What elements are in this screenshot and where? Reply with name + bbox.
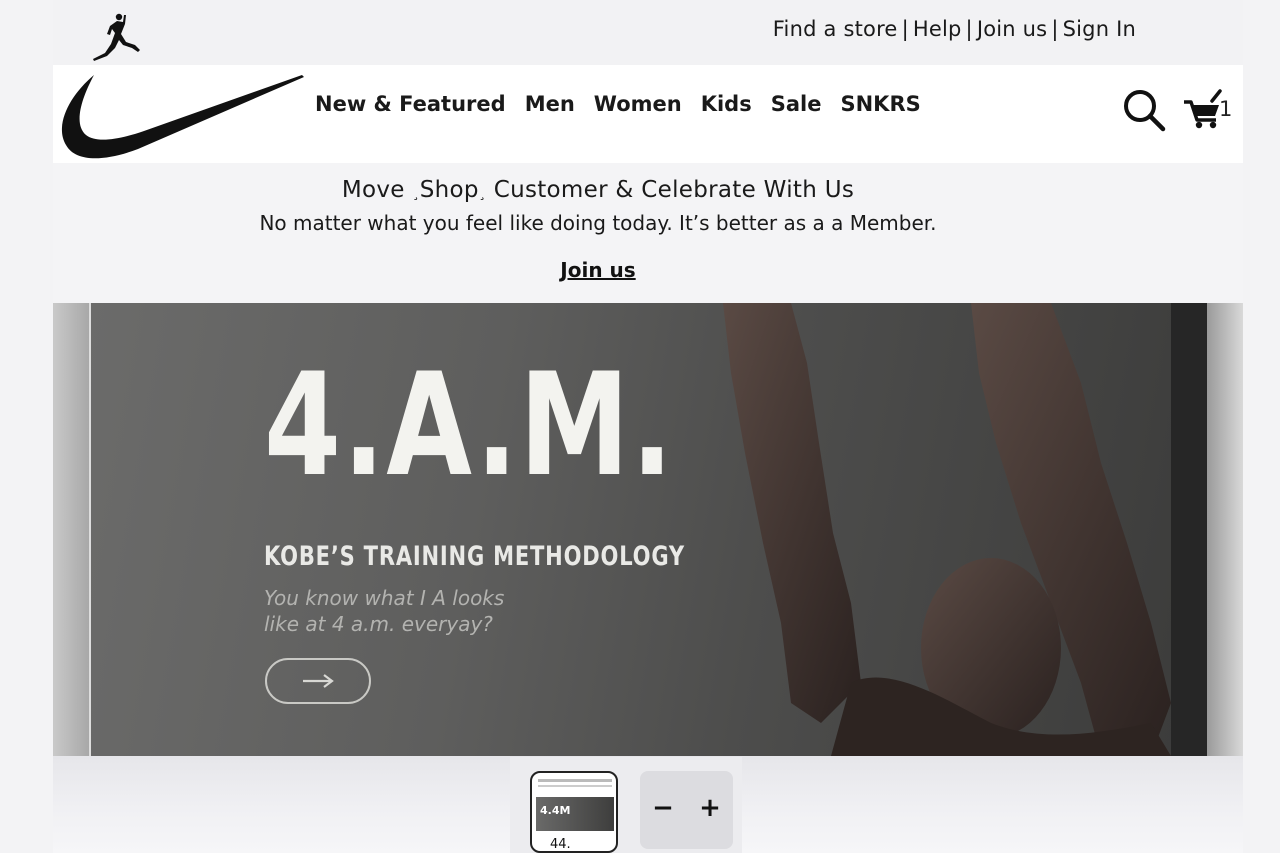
- help-link[interactable]: Help: [913, 17, 962, 41]
- hero-copy: You know what I A looks like at 4 a.m. e…: [264, 585, 504, 637]
- search-icon[interactable]: [1122, 88, 1166, 132]
- member-join-link[interactable]: Join us: [53, 258, 1243, 282]
- thumb-topbar: [538, 779, 612, 782]
- hero-edge-right: [1207, 303, 1243, 756]
- find-store-link[interactable]: Find a store: [773, 17, 898, 41]
- join-us-link[interactable]: Join us: [977, 17, 1048, 41]
- hero-edge-left: [53, 303, 89, 756]
- member-title-mark: ¸: [412, 185, 420, 201]
- cart-count-badge: 1: [1219, 97, 1233, 121]
- member-title-shop: Shop: [419, 177, 479, 203]
- thumb-caption: 44.: [550, 837, 571, 852]
- member-title-rest: Customer & Celebrate With Us: [493, 177, 855, 203]
- separator: |: [901, 17, 909, 41]
- separator: |: [1051, 17, 1059, 41]
- hero-copy-line: You know what I A looks: [264, 586, 505, 610]
- member-title: Move ¸Shop¸ Customer & Celebrate With Us: [53, 177, 1243, 203]
- hero-image: 4.A.M. KOBE’S TRAINING METHODOLOGY You k…: [89, 303, 1207, 756]
- hero-subheadline: KOBE’S TRAINING METHODOLOGY: [264, 541, 685, 572]
- nav-item-new-featured[interactable]: New & Featured: [315, 92, 506, 116]
- member-title-mark: ¸: [478, 185, 487, 201]
- jordan-jumpman-logo[interactable]: [88, 12, 146, 64]
- hero-headline: 4.A.M.: [264, 343, 675, 508]
- hero-cta-button[interactable]: [265, 658, 371, 704]
- zoom-out-button[interactable]: −: [648, 793, 678, 823]
- thumb-headline: 4.4M: [540, 804, 571, 817]
- zoom-in-button[interactable]: +: [695, 793, 725, 823]
- cart-icon[interactable]: [1182, 88, 1224, 130]
- utility-links: Find a store | Help | Join us | Sign In: [773, 17, 1136, 41]
- nike-swoosh-logo[interactable]: [58, 73, 306, 165]
- hero-banner[interactable]: 4.A.M. KOBE’S TRAINING METHODOLOGY You k…: [53, 303, 1243, 756]
- member-title-move: Move: [341, 177, 405, 203]
- hero-copy-line: like at 4 a.m. everyay?: [264, 612, 493, 636]
- sign-in-link[interactable]: Sign In: [1063, 17, 1136, 41]
- separator: |: [965, 17, 973, 41]
- page-thumbnail[interactable]: 4.4M 44.: [530, 771, 618, 853]
- arrow-right-icon: [303, 674, 334, 688]
- nav-item-sale[interactable]: Sale: [771, 92, 822, 116]
- zoom-controls: − +: [640, 771, 733, 849]
- nav-item-women[interactable]: Women: [594, 92, 682, 116]
- nav-item-snkrs[interactable]: SNKRS: [840, 92, 920, 116]
- thumb-nav: [538, 785, 612, 787]
- member-subtitle: No matter what you feel like doing today…: [259, 211, 937, 235]
- nav-item-men[interactable]: Men: [525, 92, 575, 116]
- membership-banner: Move ¸Shop¸ Customer & Celebrate With Us…: [53, 163, 1243, 303]
- nav-item-kids[interactable]: Kids: [701, 92, 752, 116]
- primary-nav: New & Featured Men Women Kids Sale SNKRS: [315, 92, 921, 116]
